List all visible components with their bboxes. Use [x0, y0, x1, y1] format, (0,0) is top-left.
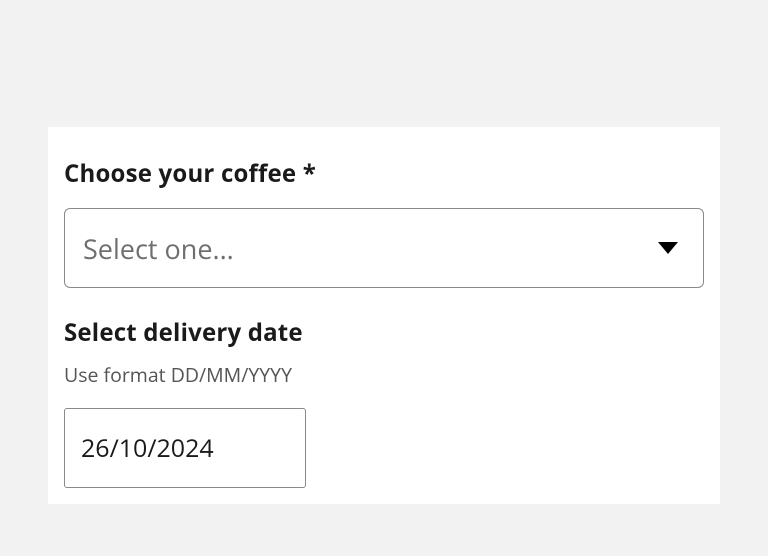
coffee-label: Choose your coffee *: [64, 157, 704, 190]
coffee-select[interactable]: Select one...: [64, 208, 704, 288]
delivery-date-hint: Use format DD/MM/YYYY: [64, 361, 704, 388]
coffee-select-placeholder: Select one...: [83, 230, 234, 267]
delivery-date-input[interactable]: [64, 408, 306, 488]
form-card: Choose your coffee * Select one... Selec…: [48, 127, 720, 504]
coffee-select-wrapper: Select one...: [64, 208, 704, 288]
delivery-date-label: Select delivery date: [64, 316, 704, 349]
